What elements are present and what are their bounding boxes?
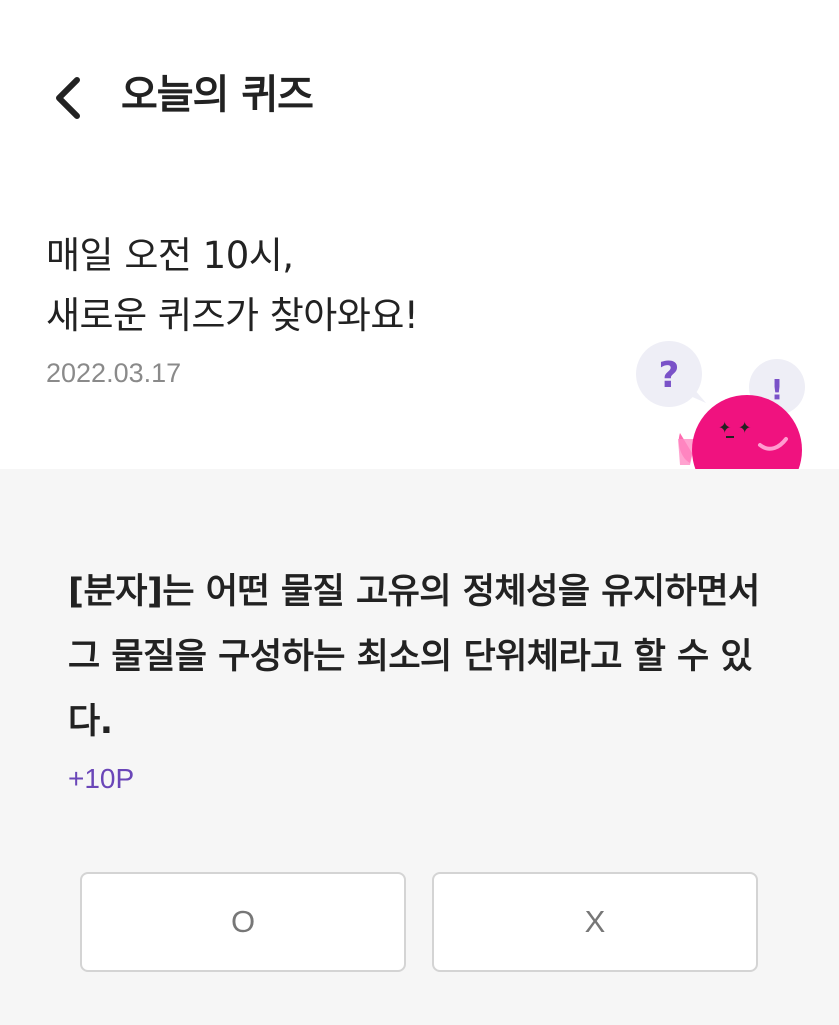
intro-line-2: 새로운 퀴즈가 찾아와요! (46, 294, 419, 337)
quiz-mascot-illustration: ? ! ✦ ✦ (630, 335, 839, 469)
back-button[interactable] (40, 70, 96, 126)
page-title: 오늘의 퀴즈 (121, 72, 314, 118)
intro-line-1: 매일 오전 10시, (46, 234, 294, 277)
svg-text:✦: ✦ (738, 418, 751, 437)
exclamation-mark-icon: ! (771, 373, 784, 406)
quiz-date: 2022.03.17 (46, 358, 182, 388)
svg-text:✦: ✦ (718, 418, 731, 437)
header-bar: 오늘의 퀴즈 (0, 0, 839, 190)
question-mark-icon: ? (659, 355, 680, 396)
answer-x-button[interactable]: X (432, 872, 758, 972)
answer-o-button[interactable]: O (80, 872, 406, 972)
quiz-question: [분자]는 어떤 물질 고유의 정체성을 유지하면서 그 물질을 구성하는 최소… (68, 572, 760, 742)
intro-text: 매일 오전 10시, 새로운 퀴즈가 찾아와요! (46, 226, 419, 346)
chevron-left-icon (56, 77, 80, 119)
reward-points: +10P (68, 763, 135, 794)
